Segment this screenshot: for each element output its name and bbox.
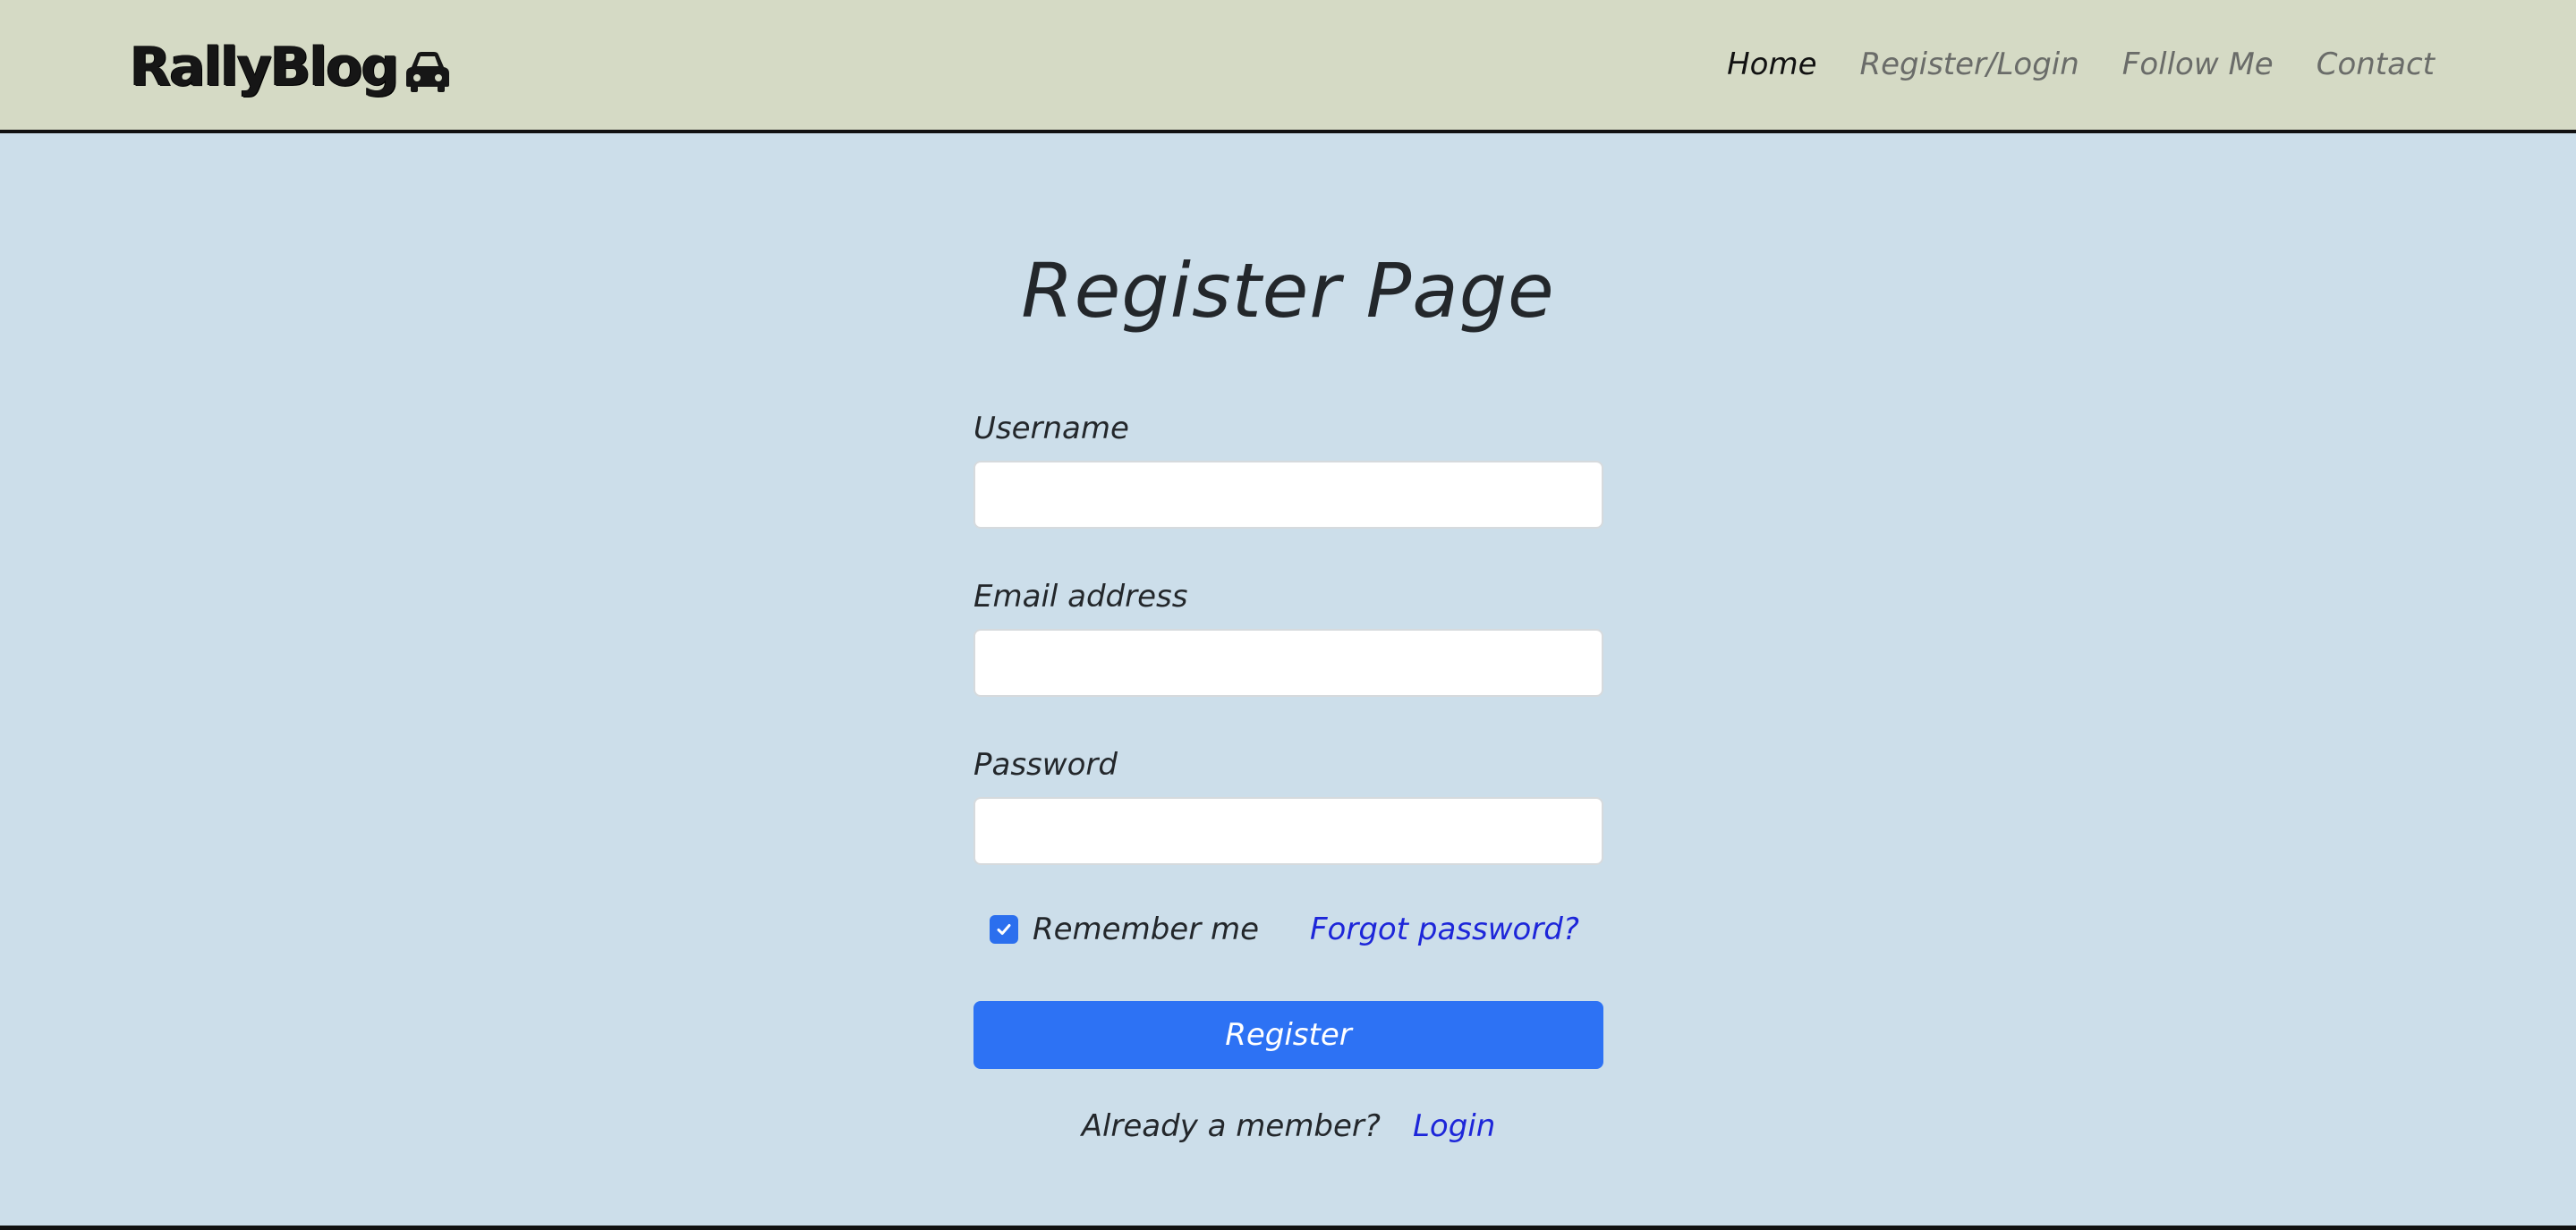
register-form: Username Email address Password Remember… [973, 407, 1603, 1144]
login-link[interactable]: Login [1413, 1108, 1495, 1144]
already-member-text: Already a member? [1081, 1108, 1381, 1144]
brand-name: RallyBlog [130, 36, 399, 98]
login-prompt: Already a member? Login [973, 1105, 1603, 1148]
username-input[interactable] [973, 461, 1603, 529]
nav-link-contact[interactable]: Contact [2317, 41, 2435, 88]
car-icon [406, 52, 450, 92]
email-input[interactable] [973, 629, 1603, 697]
navbar: RallyBlog Home Register/Login Follow Me … [0, 0, 2576, 133]
footer-divider [0, 1226, 2576, 1230]
form-options-row: Remember me Forgot password? [973, 908, 1603, 951]
username-group: Username [973, 407, 1603, 529]
password-label: Password [973, 747, 1118, 783]
password-input[interactable] [973, 797, 1603, 865]
register-button[interactable]: Register [973, 1001, 1603, 1069]
checkmark-icon [997, 924, 1011, 935]
forgot-password-link[interactable]: Forgot password? [1310, 908, 1579, 951]
nav-link-home[interactable]: Home [1727, 41, 1816, 88]
page-title: Register Page [1021, 247, 1555, 335]
nav-link-follow-me[interactable]: Follow Me [2122, 41, 2274, 88]
remember-me-checkbox[interactable] [990, 915, 1018, 944]
brand-logo[interactable]: RallyBlog [130, 36, 453, 98]
email-label: Email address [973, 579, 1188, 615]
nav-menu: Home Register/Login Follow Me Contact [1727, 41, 2435, 88]
nav-link-register-login[interactable]: Register/Login [1860, 41, 2079, 88]
remember-me-label: Remember me [1033, 912, 1260, 947]
remember-me: Remember me [990, 908, 1259, 951]
password-group: Password [973, 743, 1603, 865]
email-group: Email address [973, 575, 1603, 697]
username-label: Username [973, 411, 1129, 446]
